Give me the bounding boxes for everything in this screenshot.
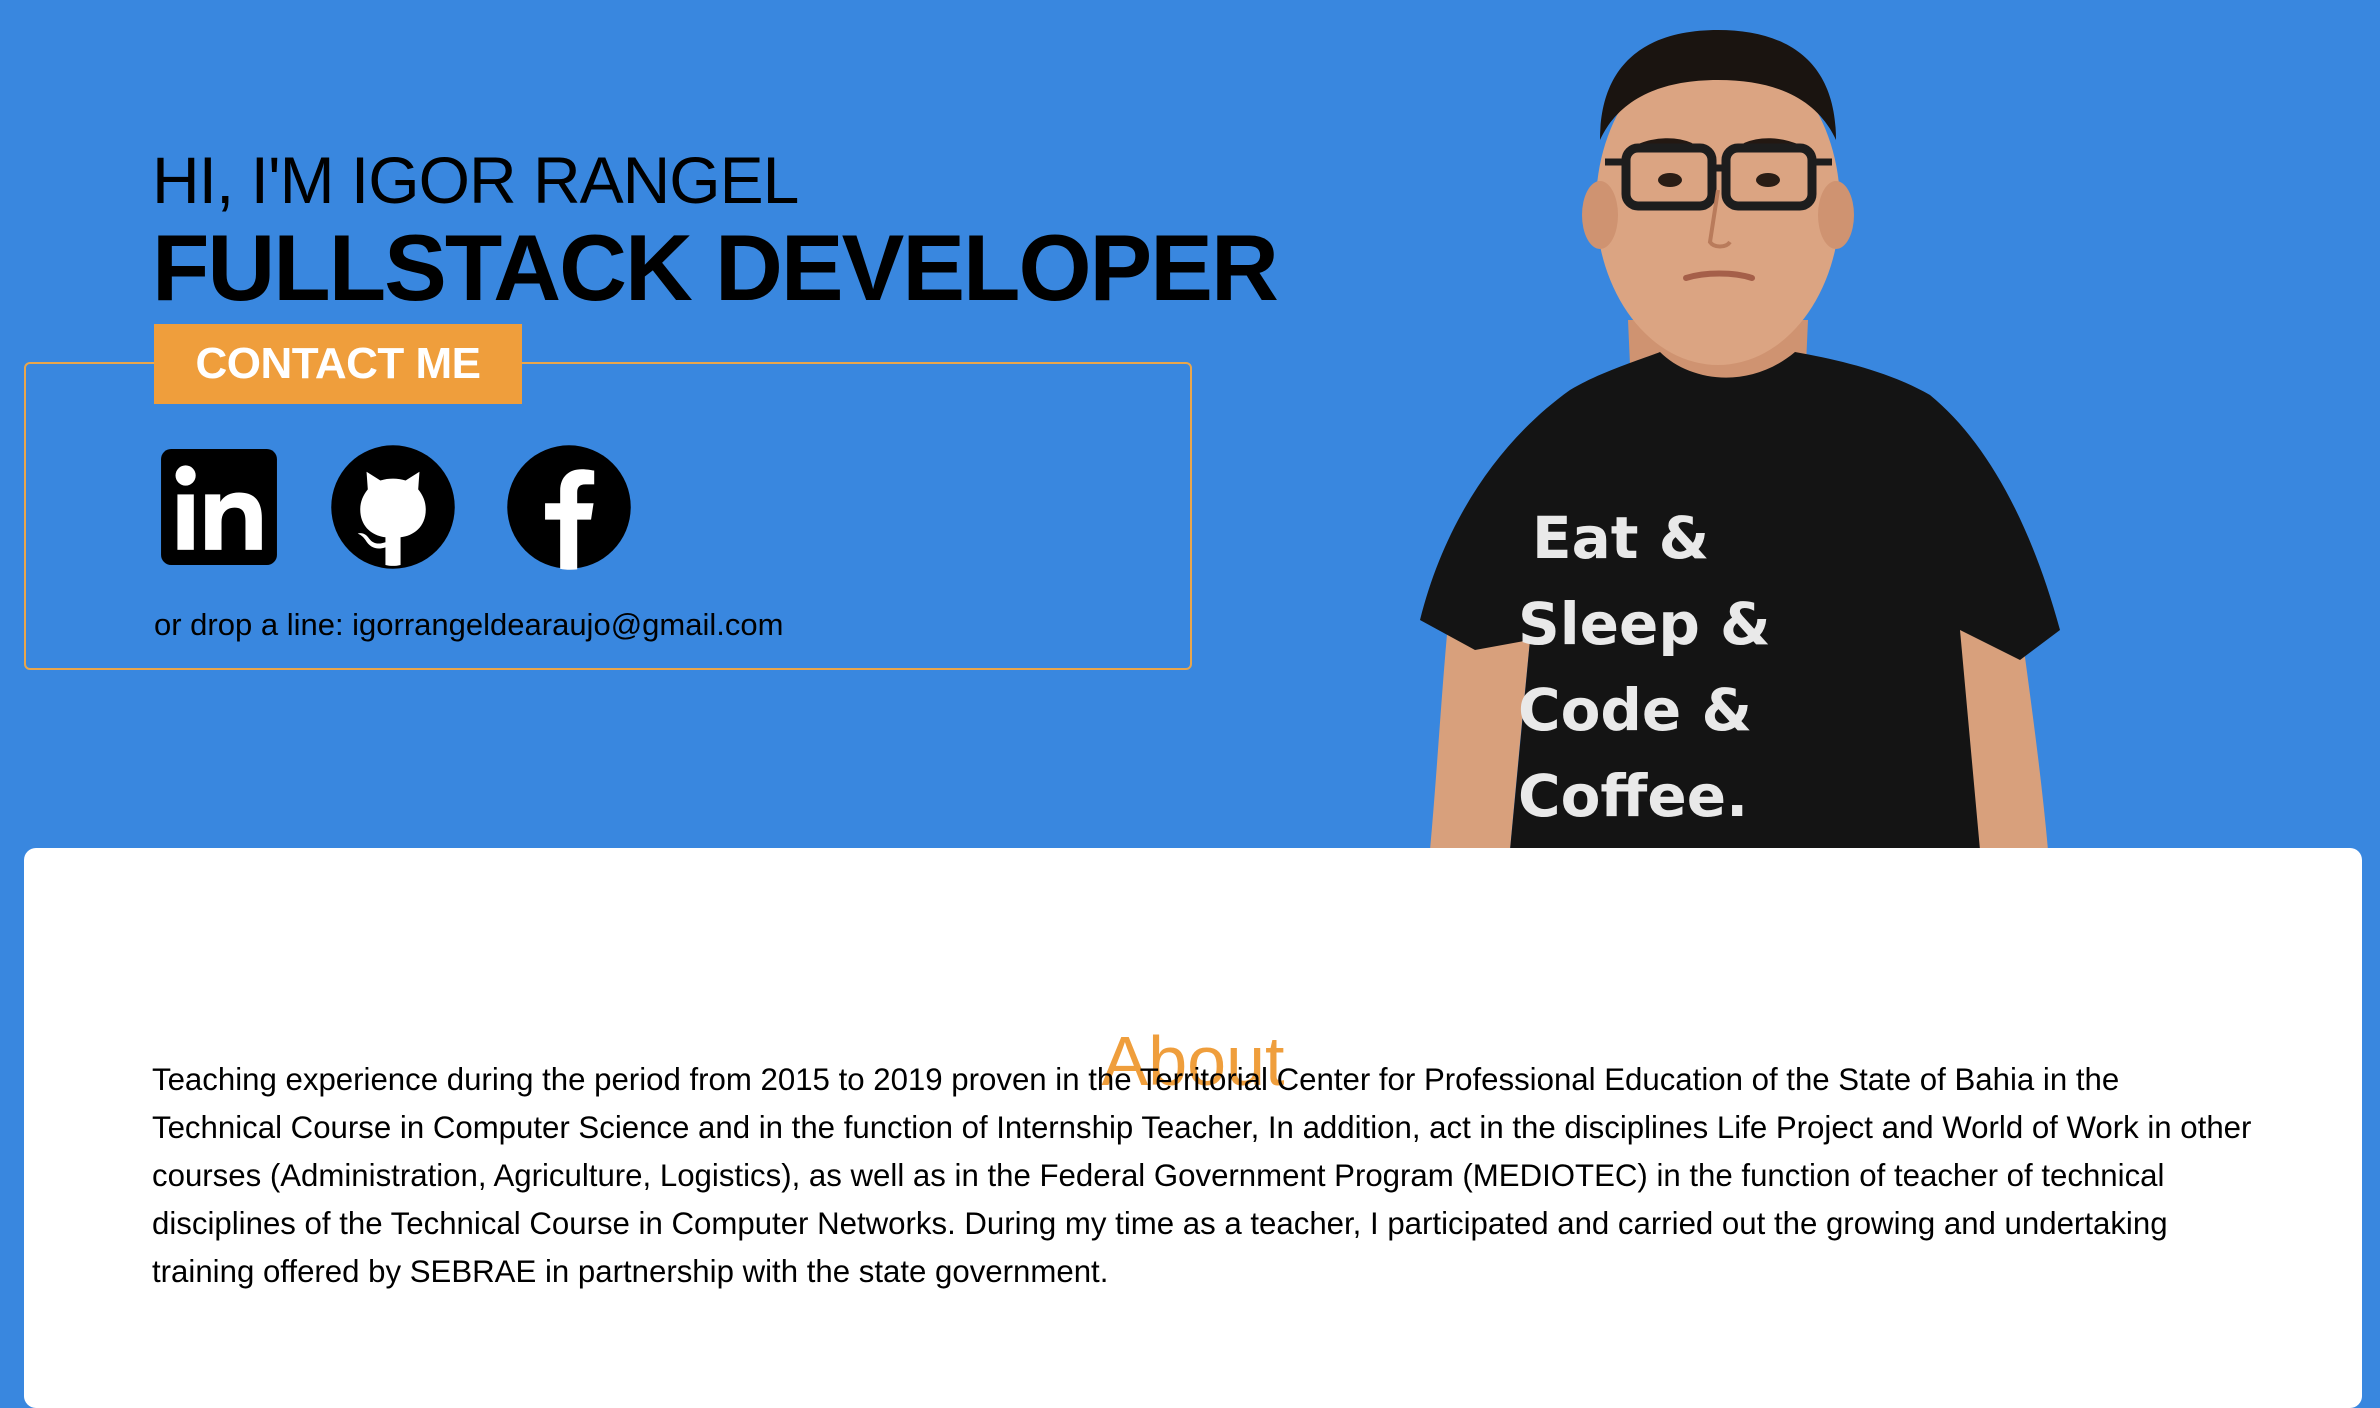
portrait-image: Eat & Sleep & Code & Coffee. [1420,30,2060,850]
linkedin-link[interactable] [156,444,282,570]
about-text: Teaching experience during the period fr… [152,1062,2252,1289]
github-link[interactable] [330,444,456,570]
facebook-icon [507,445,631,570]
shirt-line-2: Sleep & [1518,590,1771,658]
hero-greeting: HI, I'M IGOR RANGEL [152,143,799,217]
contact-email-text: or drop a line: igorrangeldearaujo@gmail… [154,607,784,642]
facebook-link[interactable] [506,444,632,570]
shirt-line-4: Coffee. [1518,762,1748,830]
hero-role: FULLSTACK DEVELOPER [152,215,1279,320]
contact-me-button[interactable]: CONTACT ME [154,324,522,404]
github-icon [331,445,455,569]
shirt-line-1: Eat & [1532,504,1709,572]
shirt-line-3: Code & [1518,676,1752,744]
about-section: About Teaching experience during the per… [24,848,2362,1408]
linkedin-icon [161,449,277,565]
